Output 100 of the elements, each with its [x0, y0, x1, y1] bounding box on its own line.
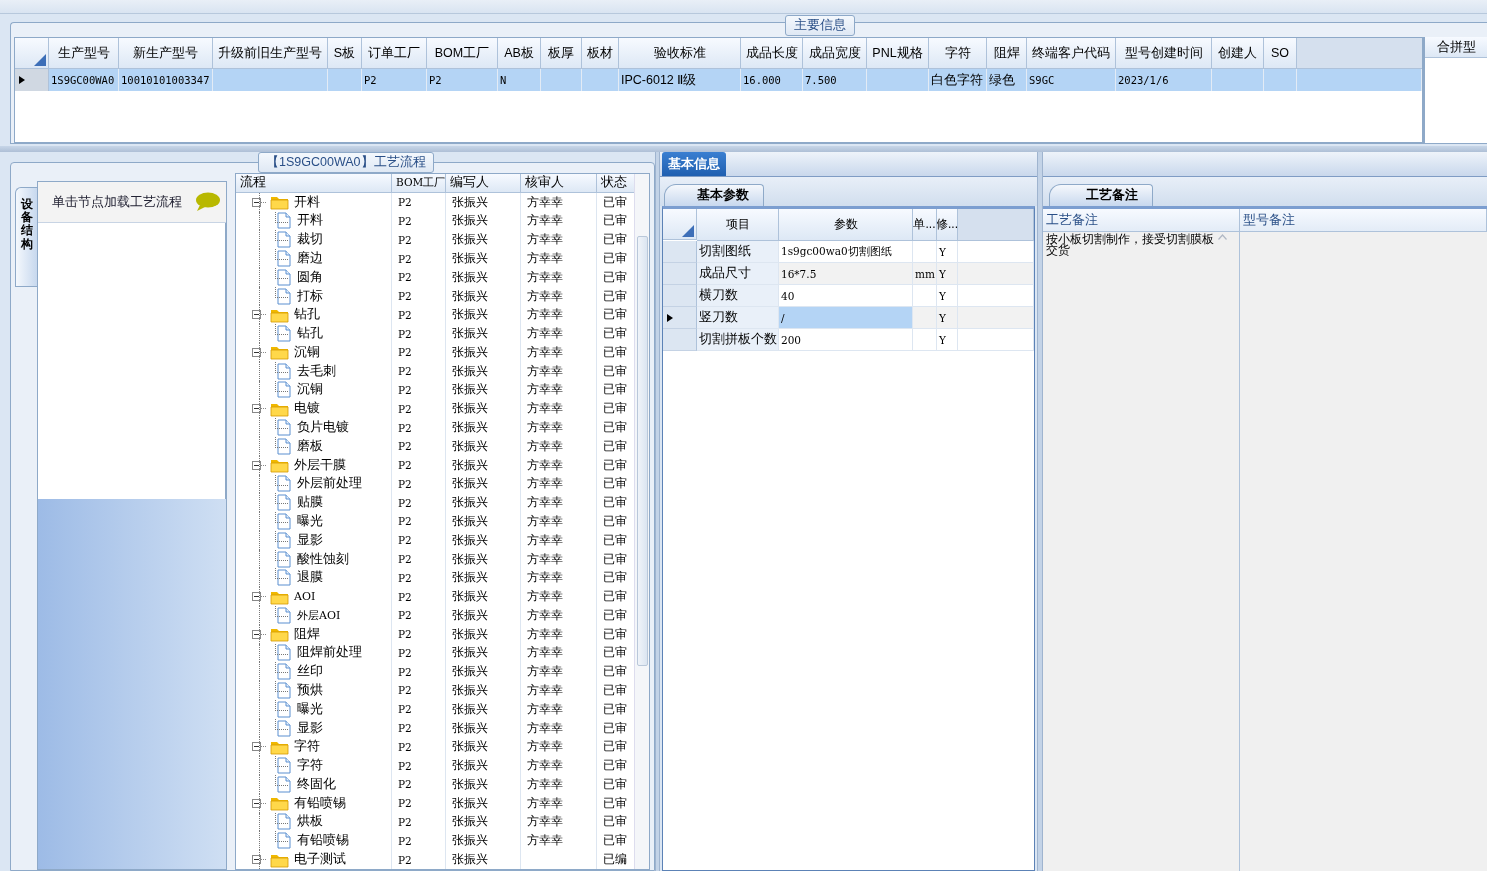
collapse-icon[interactable] [252, 798, 267, 808]
tree-node-label[interactable]: 磨板 [295, 437, 323, 455]
column-header[interactable]: 合拼型 [1425, 37, 1487, 58]
column-header[interactable]: 型号创建时间 [1116, 38, 1212, 69]
collapse-icon[interactable] [252, 855, 267, 864]
document-icon [276, 719, 292, 737]
tree-node-label[interactable]: 开料 [295, 212, 323, 230]
tree-node-label[interactable]: 预烘 [295, 682, 323, 699]
column-header[interactable]: PNL规格 [867, 38, 929, 69]
column-header[interactable]: 参数 [779, 209, 913, 241]
table-cell: P2 [427, 69, 498, 91]
tree-node-label[interactable]: 丝印 [295, 663, 323, 681]
document-icon [276, 362, 292, 380]
section-tab[interactable]: 基本信息 [662, 152, 726, 176]
tree-node-label[interactable]: 圆角 [295, 268, 323, 286]
document-icon [276, 419, 292, 437]
table-cell: 张振兴 [446, 211, 521, 231]
table-cell: 张振兴 [446, 756, 521, 775]
column-header[interactable]: 核审人 [521, 174, 597, 193]
table-cell [867, 69, 929, 91]
column-header[interactable]: 升级前旧生产型号 [213, 38, 328, 69]
table-cell [913, 307, 937, 329]
column-header[interactable]: 订单工厂 [362, 38, 427, 69]
select-all-icon[interactable] [34, 54, 46, 66]
scrollbar[interactable] [634, 174, 649, 869]
tree-node-label[interactable]: 裁切 [295, 231, 323, 249]
column-header[interactable]: 成品长度 [741, 38, 803, 69]
tree-node-label[interactable]: 显影 [295, 719, 323, 737]
tree-node-label[interactable]: 沉铜 [295, 381, 323, 399]
column-header[interactable]: 创建人 [1212, 38, 1264, 69]
column-header[interactable]: 单... [913, 209, 937, 241]
column-header[interactable]: 生产型号 [49, 38, 119, 69]
tree-node-label[interactable]: 电镀 [292, 400, 320, 418]
tree-node-label[interactable]: 字符 [295, 757, 323, 775]
column-header[interactable]: 字符 [929, 38, 987, 69]
table-cell: / [779, 307, 913, 329]
table-cell: 方幸幸 [521, 737, 597, 757]
column-header[interactable]: BOM工厂 [392, 174, 446, 193]
tree-node-label[interactable]: AOI [292, 590, 316, 604]
folder-icon [270, 344, 289, 361]
column-header[interactable]: 成品宽度 [803, 38, 867, 69]
column-header[interactable]: AB板 [498, 38, 541, 69]
tree-node-label[interactable]: 磨边 [295, 250, 323, 267]
column-header[interactable]: 验收标准 [619, 38, 741, 69]
collapse-icon[interactable] [252, 629, 267, 639]
tree-node-label[interactable]: 终固化 [295, 775, 336, 793]
column-header[interactable]: 编写人 [446, 174, 521, 193]
column-header[interactable]: BOM工厂 [427, 38, 498, 69]
tree-node-label[interactable]: 外层AOI [295, 607, 341, 623]
tree-node-label[interactable]: 沉铜 [292, 343, 320, 361]
tree-node-label[interactable]: 酸性蚀刻 [295, 550, 349, 568]
tree-node-label[interactable]: 有铅喷锡 [292, 794, 346, 812]
table-cell: Y [937, 263, 958, 285]
tree-node-label[interactable]: 打标 [295, 287, 323, 305]
tree-node-label[interactable]: 字符 [292, 738, 320, 756]
collapse-icon[interactable] [252, 592, 267, 602]
table-cell: 张振兴 [446, 249, 521, 268]
tree-node-label[interactable]: 烘板 [295, 813, 323, 831]
collapse-icon[interactable] [252, 197, 267, 207]
tree-node-label[interactable]: 开料 [292, 193, 320, 211]
table-cell: 方幸幸 [521, 361, 597, 381]
column-header[interactable]: 板厚 [541, 38, 582, 69]
note-text[interactable]: 按小板切割制作，接受切割膜板交货 [1046, 234, 1216, 871]
tree-node-label[interactable]: 钻孔 [295, 325, 323, 343]
column-header[interactable]: 项目 [697, 209, 779, 241]
column-header[interactable]: SO [1264, 38, 1297, 69]
tree-node-label[interactable]: 外层前处理 [295, 475, 362, 493]
table-cell: 方幸幸 [521, 793, 597, 813]
tree-node-label[interactable]: 外层干膜 [292, 456, 346, 474]
column-header[interactable]: 状态 [597, 174, 635, 193]
side-tab[interactable]: 设备结构 [15, 187, 37, 287]
column-header[interactable]: 新生产型号 [119, 38, 213, 69]
column-header[interactable]: 阻焊 [987, 38, 1027, 69]
tree-node-label[interactable]: 贴膜 [295, 494, 323, 512]
tree-node-label[interactable]: 钻孔 [292, 306, 320, 324]
tree-node-label[interactable]: 负片电镀 [295, 419, 349, 437]
collapse-icon[interactable] [252, 460, 267, 470]
subsection-tab[interactable]: 工艺备注 [1049, 184, 1153, 206]
tree-node-label[interactable]: 显影 [295, 531, 323, 549]
tree-node-label[interactable]: 有铅喷锡 [295, 832, 349, 850]
collapse-icon[interactable] [252, 404, 267, 414]
tree-node-label[interactable]: 阻焊前处理 [295, 644, 362, 662]
tree-node-label[interactable]: 电子测试 [292, 851, 346, 868]
tree-node-label[interactable]: 曝光 [295, 700, 323, 718]
collapse-icon[interactable] [252, 742, 267, 752]
table-cell: P2 [392, 662, 446, 682]
tree-node-label[interactable]: 阻焊 [292, 625, 320, 643]
column-header[interactable]: S板 [328, 38, 362, 69]
collapse-icon[interactable] [252, 347, 267, 357]
tree-node-label[interactable]: 退膜 [295, 569, 323, 587]
table-cell: 张振兴 [446, 361, 521, 381]
tree-node-label[interactable]: 去毛刺 [295, 362, 336, 380]
subsection-tab[interactable]: 基本参数 [664, 184, 764, 206]
select-all-icon[interactable] [682, 225, 694, 237]
table-cell: mm [913, 263, 937, 285]
collapse-icon[interactable] [252, 310, 267, 320]
tree-node-label[interactable]: 曝光 [295, 512, 323, 530]
column-header[interactable]: 流程 [236, 174, 392, 193]
column-header[interactable]: 终端客户代码 [1027, 38, 1116, 69]
column-header[interactable]: 板材 [582, 38, 619, 69]
